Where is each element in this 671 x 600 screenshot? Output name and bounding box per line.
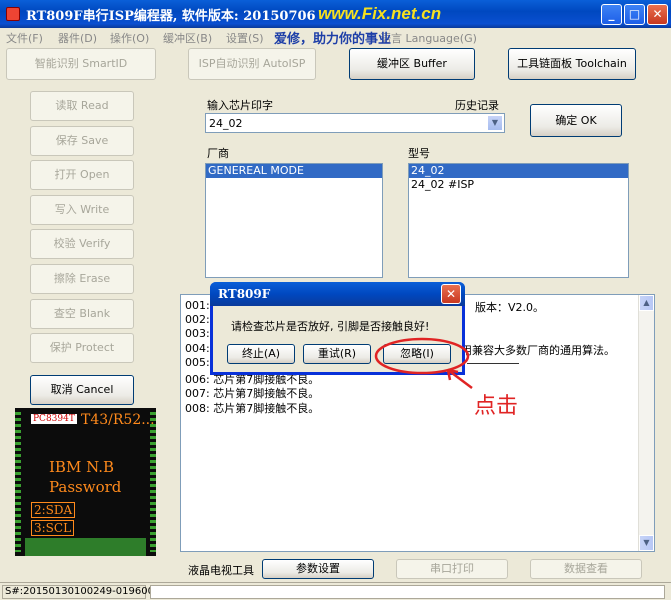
vendor-label: 厂商 [207,147,229,160]
smartid-button[interactable]: 智能识别 SmartID [6,48,156,80]
chip-input-value: 24_02 [209,117,243,130]
chip-input-combo[interactable]: 24_02 ▼ [205,113,505,133]
retry-button[interactable]: 重试(R) [303,344,371,364]
abort-button[interactable]: 终止(A) [227,344,295,364]
serial-number: S#:20150130100249-019600 [2,585,154,599]
chevron-down-icon[interactable]: ▼ [487,115,503,131]
toolchain-button[interactable]: 工具链面板 Toolchain [508,48,636,80]
buffer-button[interactable]: 缓冲区 Buffer [349,48,475,80]
write-button[interactable]: 写入 Write [30,195,134,225]
list-item[interactable]: 24_02 #ISP [409,178,628,192]
log-line: 002: [185,313,210,326]
verify-button[interactable]: 校验 Verify [30,229,134,259]
params-button[interactable]: 参数设置 [262,559,374,579]
log-fragment-version: 版本：V2.0。 [475,301,545,314]
lcd-tools-label: 液晶电视工具 [188,564,254,577]
save-button[interactable]: 保存 Save [30,126,134,156]
app-icon [6,7,20,21]
cancel-button[interactable]: 取消 Cancel [30,375,134,405]
maximize-button[interactable]: □ [624,4,645,25]
chip-image: PC8394T T43/R52... IBM N.B Password 2:SD… [15,408,156,556]
annotation-highlight [374,337,473,389]
log-line: 005: [185,356,210,369]
read-button[interactable]: 读取 Read [30,91,134,121]
history-label: 历史记录 [455,99,499,112]
log-line: 008: 芯片第7脚接触不良。 [185,402,320,415]
watermark-text: www.Fix.net.cn [318,4,442,23]
model-list[interactable]: 24_02 24_02 #ISP [408,163,629,278]
ok-button[interactable]: 确定 OK [530,104,622,137]
menu-buffer[interactable]: 缓冲区(B) [163,30,212,46]
status-bar: S#:20150130100249-019600 [0,582,671,600]
erase-button[interactable]: 擦除 Erase [30,264,134,294]
list-item[interactable]: 24_02 [409,164,628,178]
model-label: 型号 [408,147,430,160]
dialog-title: RT809F [210,282,465,306]
autoisp-button[interactable]: ISP自动识别 AutoISP [188,48,316,80]
scroll-up-icon[interactable]: ▲ [639,295,654,311]
close-button[interactable]: ✕ [647,4,668,25]
log-line: 007: 芯片第7脚接触不良。 [185,387,320,400]
blank-button[interactable]: 查空 Blank [30,299,134,329]
slogan-text: 爱修，助力你的事业 [274,32,392,47]
dialog-message: 请检查芯片是否放好, 引脚是否接触良好! [231,320,430,333]
menu-file[interactable]: 文件(F) [6,30,43,46]
chip-text-1: IBM N.B [49,458,115,476]
chip-scl-label: 3:SCL [31,520,75,536]
chip-tag: PC8394T [31,414,77,424]
scroll-down-icon[interactable]: ▼ [639,535,654,551]
window-title: RT809F串行ISP编程器, 软件版本: 20150706 [26,9,316,24]
chip-pins-right [150,412,156,552]
menu-device[interactable]: 器件(D) [58,30,97,46]
title-bar: RT809F串行ISP编程器, 软件版本: 20150706 www.Fix.n… [0,0,671,28]
vendor-list[interactable]: GENEREAL MODE [205,163,383,278]
chip-model: T43/R52... [81,412,155,428]
status-panel [150,585,665,599]
chip-sda-label: 2:SDA [31,502,76,518]
chip-input-label: 输入芯片印字 [207,99,273,112]
menu-language[interactable]: 语言 Language(G) [380,30,477,46]
log-fragment-algorithm: 用兼容大多数厂商的通用算法。 [461,344,615,357]
annotation-label: 点击 [474,394,519,419]
dialog-close-button[interactable]: ✕ [441,284,461,304]
chip-board [25,538,146,556]
serial-print-button[interactable]: 串口打印 [396,559,508,579]
log-line: 004: [185,342,210,355]
log-line: 001: [185,299,210,312]
list-item[interactable]: GENEREAL MODE [206,164,382,178]
minimize-button[interactable]: _ [601,4,622,25]
log-line: 003: [185,327,210,340]
menu-operate[interactable]: 操作(O) [110,30,149,46]
protect-button[interactable]: 保护 Protect [30,333,134,363]
chip-pins-left [15,412,21,552]
menu-settings[interactable]: 设置(S) [226,30,264,46]
data-view-button[interactable]: 数据查看 [530,559,642,579]
chip-text-2: Password [49,478,122,496]
log-scrollbar[interactable]: ▲ ▼ [638,295,654,551]
open-button[interactable]: 打开 Open [30,160,134,190]
menu-bar: 文件(F) 器件(D) 操作(O) 缓冲区(B) 设置(S) 语言 Langua… [0,28,671,47]
